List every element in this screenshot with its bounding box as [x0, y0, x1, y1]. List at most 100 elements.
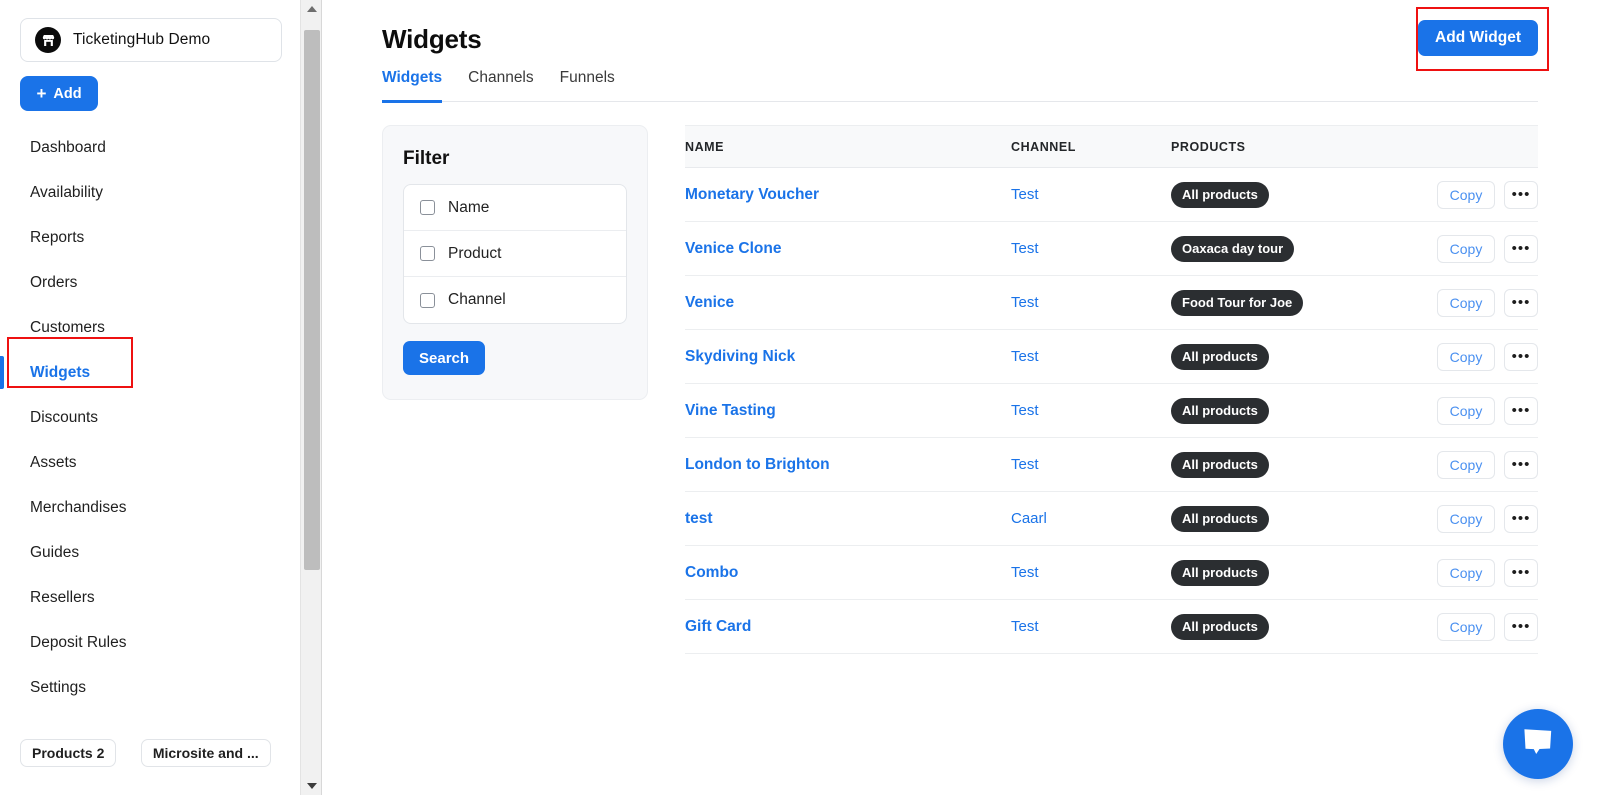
more-actions-button[interactable]: ••• [1504, 180, 1538, 209]
sidebar-item-availability[interactable]: Availability [0, 170, 300, 215]
table-head: NAME CHANNEL PRODUCTS [685, 125, 1538, 168]
sidebar-item-guides[interactable]: Guides [0, 530, 300, 575]
cell-channel: Test [1011, 383, 1171, 438]
add-widget-button[interactable]: Add Widget [1418, 20, 1538, 56]
sidebar-item-assets[interactable]: Assets [0, 440, 300, 485]
product-badge: All products [1171, 613, 1269, 640]
sidebar-pill-clipped[interactable]: Microsite and ... [140, 739, 271, 767]
copy-button[interactable]: Copy [1437, 342, 1495, 371]
widget-name-link[interactable]: Venice Clone [685, 240, 781, 257]
add-button[interactable]: + Add [20, 76, 98, 111]
copy-button[interactable]: Copy [1437, 288, 1495, 317]
sidebar-item-resellers[interactable]: Resellers [0, 575, 300, 620]
table-header-row: NAME CHANNEL PRODUCTS [685, 125, 1538, 168]
sidebar-scrollbar[interactable] [300, 0, 322, 795]
widget-name-link[interactable]: test [685, 510, 713, 527]
column-header-actions [1382, 125, 1538, 168]
widget-name-link[interactable]: Monetary Voucher [685, 186, 819, 203]
more-actions-button[interactable]: ••• [1504, 342, 1538, 371]
sidebar-item-deposit-rules[interactable]: Deposit Rules [0, 620, 300, 665]
sidebar-item-settings[interactable]: Settings [0, 665, 300, 710]
table-row: Monetary Voucher Test All products Copy ••• [685, 167, 1538, 222]
more-actions-button[interactable]: ••• [1504, 612, 1538, 641]
sidebar-item-label: Resellers [30, 588, 95, 606]
product-badge: All products [1171, 397, 1269, 424]
copy-button[interactable]: Copy [1437, 504, 1495, 533]
filter-option-product[interactable]: Product [404, 231, 626, 277]
channel-link[interactable]: Test [1011, 186, 1039, 203]
filter-option-name[interactable]: Name [404, 185, 626, 231]
channel-link[interactable]: Test [1011, 348, 1039, 365]
widget-name-link[interactable]: Skydiving Nick [685, 348, 795, 365]
copy-button[interactable]: Copy [1437, 396, 1495, 425]
product-badge: All products [1171, 451, 1269, 478]
more-actions-button[interactable]: ••• [1504, 504, 1538, 533]
channel-link[interactable]: Test [1011, 402, 1039, 419]
cell-name: test [685, 491, 1011, 546]
sidebar-item-label: Settings [30, 678, 87, 696]
copy-button[interactable]: Copy [1437, 180, 1495, 209]
cell-channel: Test [1011, 221, 1171, 276]
widget-name-link[interactable]: London to Brighton [685, 456, 830, 473]
tab-widgets[interactable]: Widgets [382, 69, 443, 103]
widget-name-link[interactable]: Vine Tasting [685, 402, 776, 419]
cell-actions: Copy ••• [1382, 329, 1538, 384]
search-button[interactable]: Search [403, 341, 486, 375]
sidebar-item-label: Reports [30, 228, 85, 246]
sidebar-item-label: Orders [30, 273, 78, 291]
copy-button[interactable]: Copy [1437, 450, 1495, 479]
channel-link[interactable]: Caarl [1011, 510, 1047, 527]
checkbox-icon[interactable] [420, 292, 435, 308]
copy-button[interactable]: Copy [1437, 234, 1495, 263]
product-badge: All products [1171, 505, 1269, 532]
sidebar-item-label: Customers [30, 318, 105, 336]
more-actions-button[interactable]: ••• [1504, 288, 1538, 317]
filter-option-channel[interactable]: Channel [404, 277, 626, 323]
copy-button[interactable]: Copy [1437, 558, 1495, 587]
more-actions-button[interactable]: ••• [1504, 234, 1538, 263]
sidebar-item-discounts[interactable]: Discounts [0, 395, 300, 440]
sidebar-pill-label: Products 2 [32, 745, 105, 761]
scroll-down-arrow[interactable] [301, 777, 323, 795]
sidebar-item-widgets[interactable]: Widgets [0, 350, 300, 395]
more-actions-button[interactable]: ••• [1504, 396, 1538, 425]
filter-option-label: Channel [448, 291, 506, 308]
cell-products: All products [1171, 491, 1382, 546]
channel-link[interactable]: Test [1011, 240, 1039, 257]
more-actions-button[interactable]: ••• [1504, 558, 1538, 587]
workspace-switcher[interactable]: TicketingHub Demo [20, 18, 282, 62]
checkbox-icon[interactable] [420, 200, 435, 215]
widget-name-link[interactable]: Combo [685, 564, 738, 581]
table-row: Skydiving Nick Test All products Copy ••• [685, 329, 1538, 384]
sidebar-item-merchandises[interactable]: Merchandises [0, 485, 300, 530]
tab-funnels[interactable]: Funnels [560, 69, 615, 101]
scroll-up-arrow[interactable] [301, 0, 323, 18]
widget-name-link[interactable]: Gift Card [685, 618, 751, 635]
tab-channels[interactable]: Channels [468, 69, 534, 101]
cell-actions: Copy ••• [1382, 491, 1538, 546]
more-actions-button[interactable]: ••• [1504, 450, 1538, 479]
channel-link[interactable]: Test [1011, 456, 1039, 473]
sidebar-item-label: Availability [30, 183, 103, 201]
cell-channel: Test [1011, 167, 1171, 222]
checkbox-icon[interactable] [420, 246, 435, 261]
channel-link[interactable]: Test [1011, 564, 1039, 581]
channel-link[interactable]: Test [1011, 618, 1039, 635]
sidebar-pill-products[interactable]: Products 2 [20, 739, 117, 767]
sidebar-item-reports[interactable]: Reports [0, 215, 300, 260]
filter-options-list: Name Product Channel [403, 184, 627, 324]
cell-name: Skydiving Nick [685, 329, 1011, 384]
app-root: TicketingHub Demo + Add Dashboard Availa… [0, 0, 1600, 795]
chat-launcher-button[interactable] [1503, 709, 1573, 779]
column-header-products: PRODUCTS [1171, 125, 1382, 168]
scrollbar-thumb[interactable] [304, 30, 320, 570]
cell-actions: Copy ••• [1382, 221, 1538, 276]
copy-button[interactable]: Copy [1437, 612, 1495, 641]
tab-label: Funnels [559, 69, 615, 86]
channel-link[interactable]: Test [1011, 294, 1039, 311]
product-badge: All products [1171, 181, 1269, 208]
sidebar-item-dashboard[interactable]: Dashboard [0, 125, 300, 170]
sidebar-item-orders[interactable]: Orders [0, 260, 300, 305]
widget-name-link[interactable]: Venice [685, 294, 734, 311]
sidebar-item-customers[interactable]: Customers [0, 305, 300, 350]
